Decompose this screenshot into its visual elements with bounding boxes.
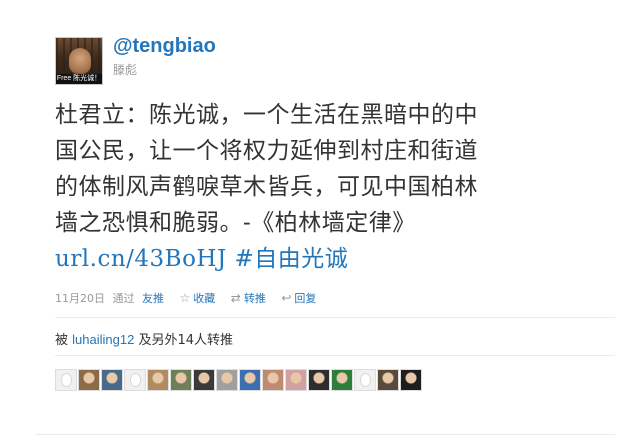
retweet-icon[interactable]: ⇄	[231, 291, 241, 305]
tweet-url-link[interactable]: url.cn/43BoHJ	[55, 246, 227, 272]
retweeted-by-summary: 被 luhailing12 及另外14人转推	[55, 329, 233, 348]
retweeter-avatar[interactable]	[239, 369, 261, 391]
retweeter-avatar[interactable]	[124, 369, 146, 391]
reply-icon[interactable]: ↩	[281, 291, 291, 305]
retweeter-avatar[interactable]	[400, 369, 422, 391]
user-handle-link[interactable]: @tengbiao	[113, 35, 216, 58]
retweeter-avatar[interactable]	[216, 369, 238, 391]
avatar-caption: Free 陈光诚！	[56, 74, 102, 84]
retweeter-avatar-list	[55, 369, 422, 391]
tweet-meta: 11月20日 通过 友推 ☆ 收藏 ⇄ 转推 ↩ 回复	[55, 290, 316, 306]
retweeter-avatar[interactable]	[262, 369, 284, 391]
tweet-text-line: 杜君立：陈光诚，一个生活在黑暗中的中	[55, 102, 478, 128]
favorite-button[interactable]: 收藏	[193, 290, 215, 306]
tweet-timestamp-link[interactable]: 11月20日	[55, 290, 105, 306]
hashtag-link[interactable]: #自由光诚	[235, 246, 349, 272]
retweet-count: 14	[177, 333, 195, 348]
favorite-star-icon[interactable]: ☆	[180, 291, 191, 305]
retweeter-avatar[interactable]	[377, 369, 399, 391]
retweeter-avatar[interactable]	[78, 369, 100, 391]
tweet-link-line: url.cn/43BoHJ #自由光诚	[55, 241, 575, 277]
divider	[35, 434, 615, 435]
via-label: 通过	[112, 292, 135, 305]
retweeter-avatar[interactable]	[354, 369, 376, 391]
retweeter-avatar[interactable]	[170, 369, 192, 391]
user-avatar[interactable]: Free 陈光诚！	[55, 37, 103, 85]
tweet-text-line: 墙之恐惧和脆弱。-《柏林墙定律》	[55, 210, 416, 236]
retweeted-prefix: 被	[55, 333, 69, 348]
retweeter-avatar[interactable]	[193, 369, 215, 391]
retweeter-avatar[interactable]	[147, 369, 169, 391]
source-link[interactable]: 友推	[142, 290, 164, 306]
divider	[55, 317, 615, 318]
tweet-text-line: 国公民，让一个将权力延伸到村庄和街道	[55, 138, 478, 164]
retweet-button[interactable]: 转推	[244, 290, 266, 306]
retweeter-user-link[interactable]: luhailing12	[72, 332, 134, 347]
retweeter-avatar[interactable]	[331, 369, 353, 391]
retweeted-suffix: 人转推	[194, 333, 234, 348]
retweeted-middle: 及另外	[138, 333, 178, 348]
retweeter-avatar[interactable]	[101, 369, 123, 391]
retweeter-avatar[interactable]	[308, 369, 330, 391]
divider	[55, 355, 615, 356]
tweet-text-line: 的体制风声鹤唳草木皆兵，可见中国柏林	[55, 174, 478, 200]
tweet-text: 杜君立：陈光诚，一个生活在黑暗中的中 国公民，让一个将权力延伸到村庄和街道 的体…	[55, 97, 575, 277]
retweeter-avatar[interactable]	[285, 369, 307, 391]
avatar-face	[69, 48, 91, 74]
reply-button[interactable]: 回复	[294, 290, 316, 306]
user-display-name: 滕彪	[113, 63, 138, 77]
retweeter-avatar[interactable]	[55, 369, 77, 391]
